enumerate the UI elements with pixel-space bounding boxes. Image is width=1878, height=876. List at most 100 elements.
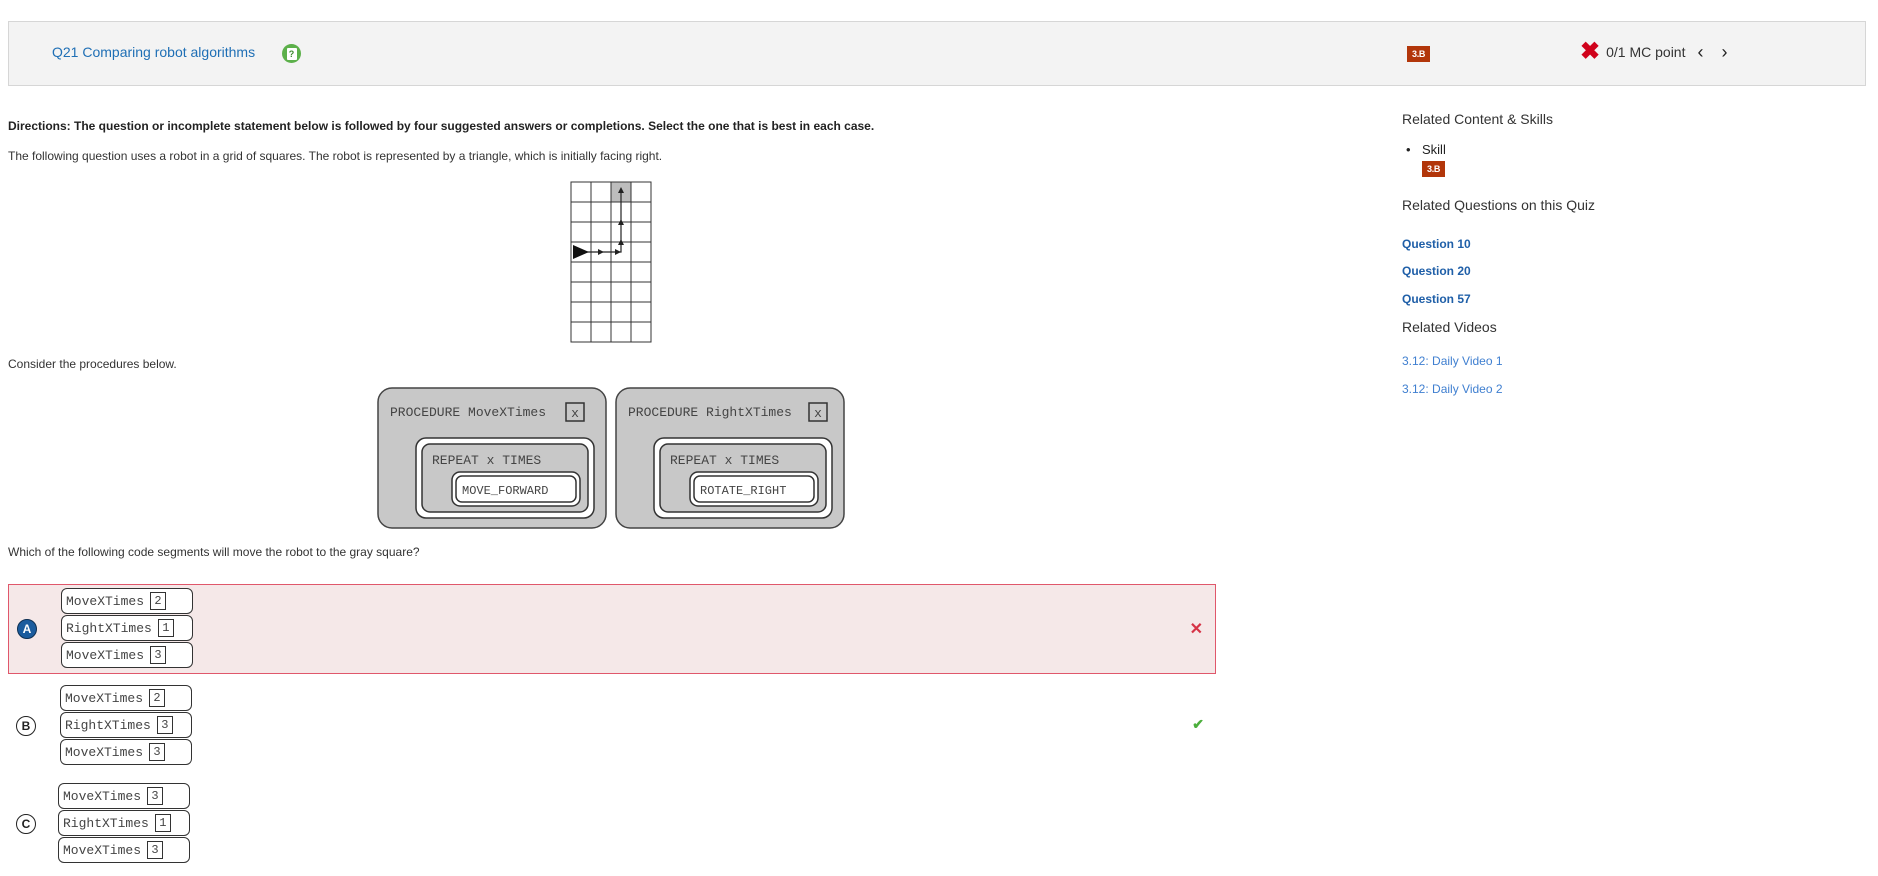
block-arg: 3 xyxy=(147,841,164,859)
procedures-figure: PROCEDURE MoveXTimes x REPEAT x TIMES MO… xyxy=(376,386,848,535)
block-arg: 1 xyxy=(157,619,174,637)
next-question-button[interactable]: › xyxy=(1721,42,1727,62)
grid-cell xyxy=(570,301,592,323)
choice-letter-c[interactable]: C xyxy=(16,814,36,834)
block-name: MoveXTimes xyxy=(66,593,145,609)
robot-grid-figure xyxy=(569,180,653,349)
related-question-link[interactable]: Question 10 xyxy=(1402,237,1471,251)
grid-cell xyxy=(570,321,592,343)
block-arg: 2 xyxy=(150,592,167,610)
directions-text: Directions: The question or incomplete s… xyxy=(8,119,875,133)
grid-cell xyxy=(590,261,612,283)
code-block: MoveXTimes 2 xyxy=(60,685,192,711)
body-command: ROTATE_RIGHT xyxy=(700,484,786,498)
robot-grid xyxy=(570,181,652,343)
block-arg: 1 xyxy=(154,814,171,832)
consider-text: Consider the procedures below. xyxy=(8,357,177,371)
grid-cell xyxy=(570,261,592,283)
grid-cell xyxy=(590,221,612,243)
grid-cell xyxy=(570,281,592,303)
code-segment: MoveXTimes 2 RightXTimes 1 MoveXTimes 3 xyxy=(61,588,193,669)
grid-cell xyxy=(630,301,652,323)
body-command: MOVE_FORWARD xyxy=(462,484,548,498)
code-block: RightXTimes 3 xyxy=(60,712,192,738)
block-arg: 3 xyxy=(147,787,164,805)
code-segment: MoveXTimes 3 RightXTimes 1 MoveXTimes 3 xyxy=(58,783,190,864)
procedure-param: x xyxy=(571,406,579,421)
skill-label: Skill xyxy=(1422,142,1446,157)
related-video-link[interactable]: 3.12: Daily Video 1 xyxy=(1402,354,1503,368)
repeat-label: REPEAT x TIMES xyxy=(670,453,779,468)
related-videos-heading: Related Videos xyxy=(1402,319,1497,335)
skill-badge: 3.B xyxy=(1422,161,1446,177)
block-name: MoveXTimes xyxy=(63,788,142,804)
code-block: MoveXTimes 3 xyxy=(61,642,193,668)
choice-letter-b[interactable]: B xyxy=(16,716,36,736)
grid-cell xyxy=(630,241,652,263)
grid-cell xyxy=(630,281,652,303)
procedure-right-x-times: PROCEDURE RightXTimes x REPEAT x TIMES R… xyxy=(615,387,845,529)
procedure-header: PROCEDURE MoveXTimes xyxy=(390,405,546,420)
code-block: MoveXTimes 3 xyxy=(58,783,190,809)
block-arg: 3 xyxy=(150,646,167,664)
check-icon: ✔ xyxy=(1192,716,1204,732)
grid-cell xyxy=(630,181,652,203)
answer-choice-b[interactable]: B MoveXTimes 2 RightXTimes 3 MoveXTimes 3 ✔ xyxy=(8,682,1216,772)
related-content-heading: Related Content & Skills xyxy=(1402,111,1553,127)
grid-cell xyxy=(590,201,612,223)
procedure-header: PROCEDURE RightXTimes xyxy=(628,405,792,420)
block-arg: 2 xyxy=(149,689,166,707)
code-block: MoveXTimes 2 xyxy=(61,588,193,614)
grid-cell xyxy=(610,261,632,283)
code-block: MoveXTimes 3 xyxy=(60,739,192,765)
grid-cell xyxy=(610,301,632,323)
answer-choice-a[interactable]: A MoveXTimes 2 RightXTimes 1 MoveXTimes 3 ✕ xyxy=(8,584,1216,674)
grid-cell xyxy=(630,221,652,243)
code-block: MoveXTimes 3 xyxy=(58,837,190,863)
block-name: MoveXTimes xyxy=(63,842,142,858)
procedure-move-x-times: PROCEDURE MoveXTimes x REPEAT x TIMES MO… xyxy=(377,387,607,529)
grid-cell xyxy=(630,201,652,223)
code-block: RightXTimes 1 xyxy=(58,810,190,836)
grid-cell xyxy=(590,181,612,203)
grid-cell xyxy=(610,281,632,303)
related-video-link[interactable]: 3.12: Daily Video 2 xyxy=(1402,382,1503,396)
skill-list-item: Skill 3.B xyxy=(1406,142,1446,177)
block-name: MoveXTimes xyxy=(65,744,144,760)
choice-letter-a[interactable]: A xyxy=(17,619,37,639)
related-question-link[interactable]: Question 20 xyxy=(1402,264,1471,278)
grid-cell xyxy=(570,221,592,243)
previous-question-button[interactable]: ‹ xyxy=(1697,42,1703,62)
code-block: RightXTimes 1 xyxy=(61,615,193,641)
procedure-param: x xyxy=(814,406,822,421)
skill-badge: 3.B xyxy=(1407,46,1431,62)
grid-cell xyxy=(630,321,652,343)
block-name: RightXTimes xyxy=(66,620,152,636)
score-area: ✖ 0/1 MC point ‹ › xyxy=(1580,40,1727,64)
block-arg: 3 xyxy=(149,743,166,761)
grid-cell xyxy=(610,321,632,343)
answer-choice-c[interactable]: C MoveXTimes 3 RightXTimes 1 MoveXTimes 3 xyxy=(8,780,1216,870)
block-name: RightXTimes xyxy=(63,815,149,831)
question-header: Q21 Comparing robot algorithms ? 3.B ✖ 0… xyxy=(8,21,1866,86)
grid-cell xyxy=(570,201,592,223)
question-note-icon[interactable]: ? xyxy=(282,44,301,63)
block-name: RightXTimes xyxy=(65,717,151,733)
grid-cell xyxy=(590,321,612,343)
code-segment: MoveXTimes 2 RightXTimes 3 MoveXTimes 3 xyxy=(60,685,192,766)
question-title-link[interactable]: Q21 Comparing robot algorithms xyxy=(52,44,255,60)
x-mark-icon: ✖ xyxy=(1580,38,1601,65)
procedures-diagram: PROCEDURE MoveXTimes x REPEAT x TIMES MO… xyxy=(377,387,845,529)
chevron-right-icon: › xyxy=(1721,42,1728,62)
x-icon: ✕ xyxy=(1189,621,1203,638)
grid-cell xyxy=(570,181,592,203)
related-questions-heading: Related Questions on this Quiz xyxy=(1402,197,1595,213)
score-text: 0/1 MC point xyxy=(1606,44,1686,60)
intro-text: The following question uses a robot in a… xyxy=(8,149,663,163)
question-prompt: Which of the following code segments wil… xyxy=(8,545,420,559)
grid-cell xyxy=(630,261,652,283)
grid-cell xyxy=(590,281,612,303)
related-question-link[interactable]: Question 57 xyxy=(1402,292,1471,306)
block-name: MoveXTimes xyxy=(65,690,144,706)
chevron-left-icon: ‹ xyxy=(1697,42,1704,62)
